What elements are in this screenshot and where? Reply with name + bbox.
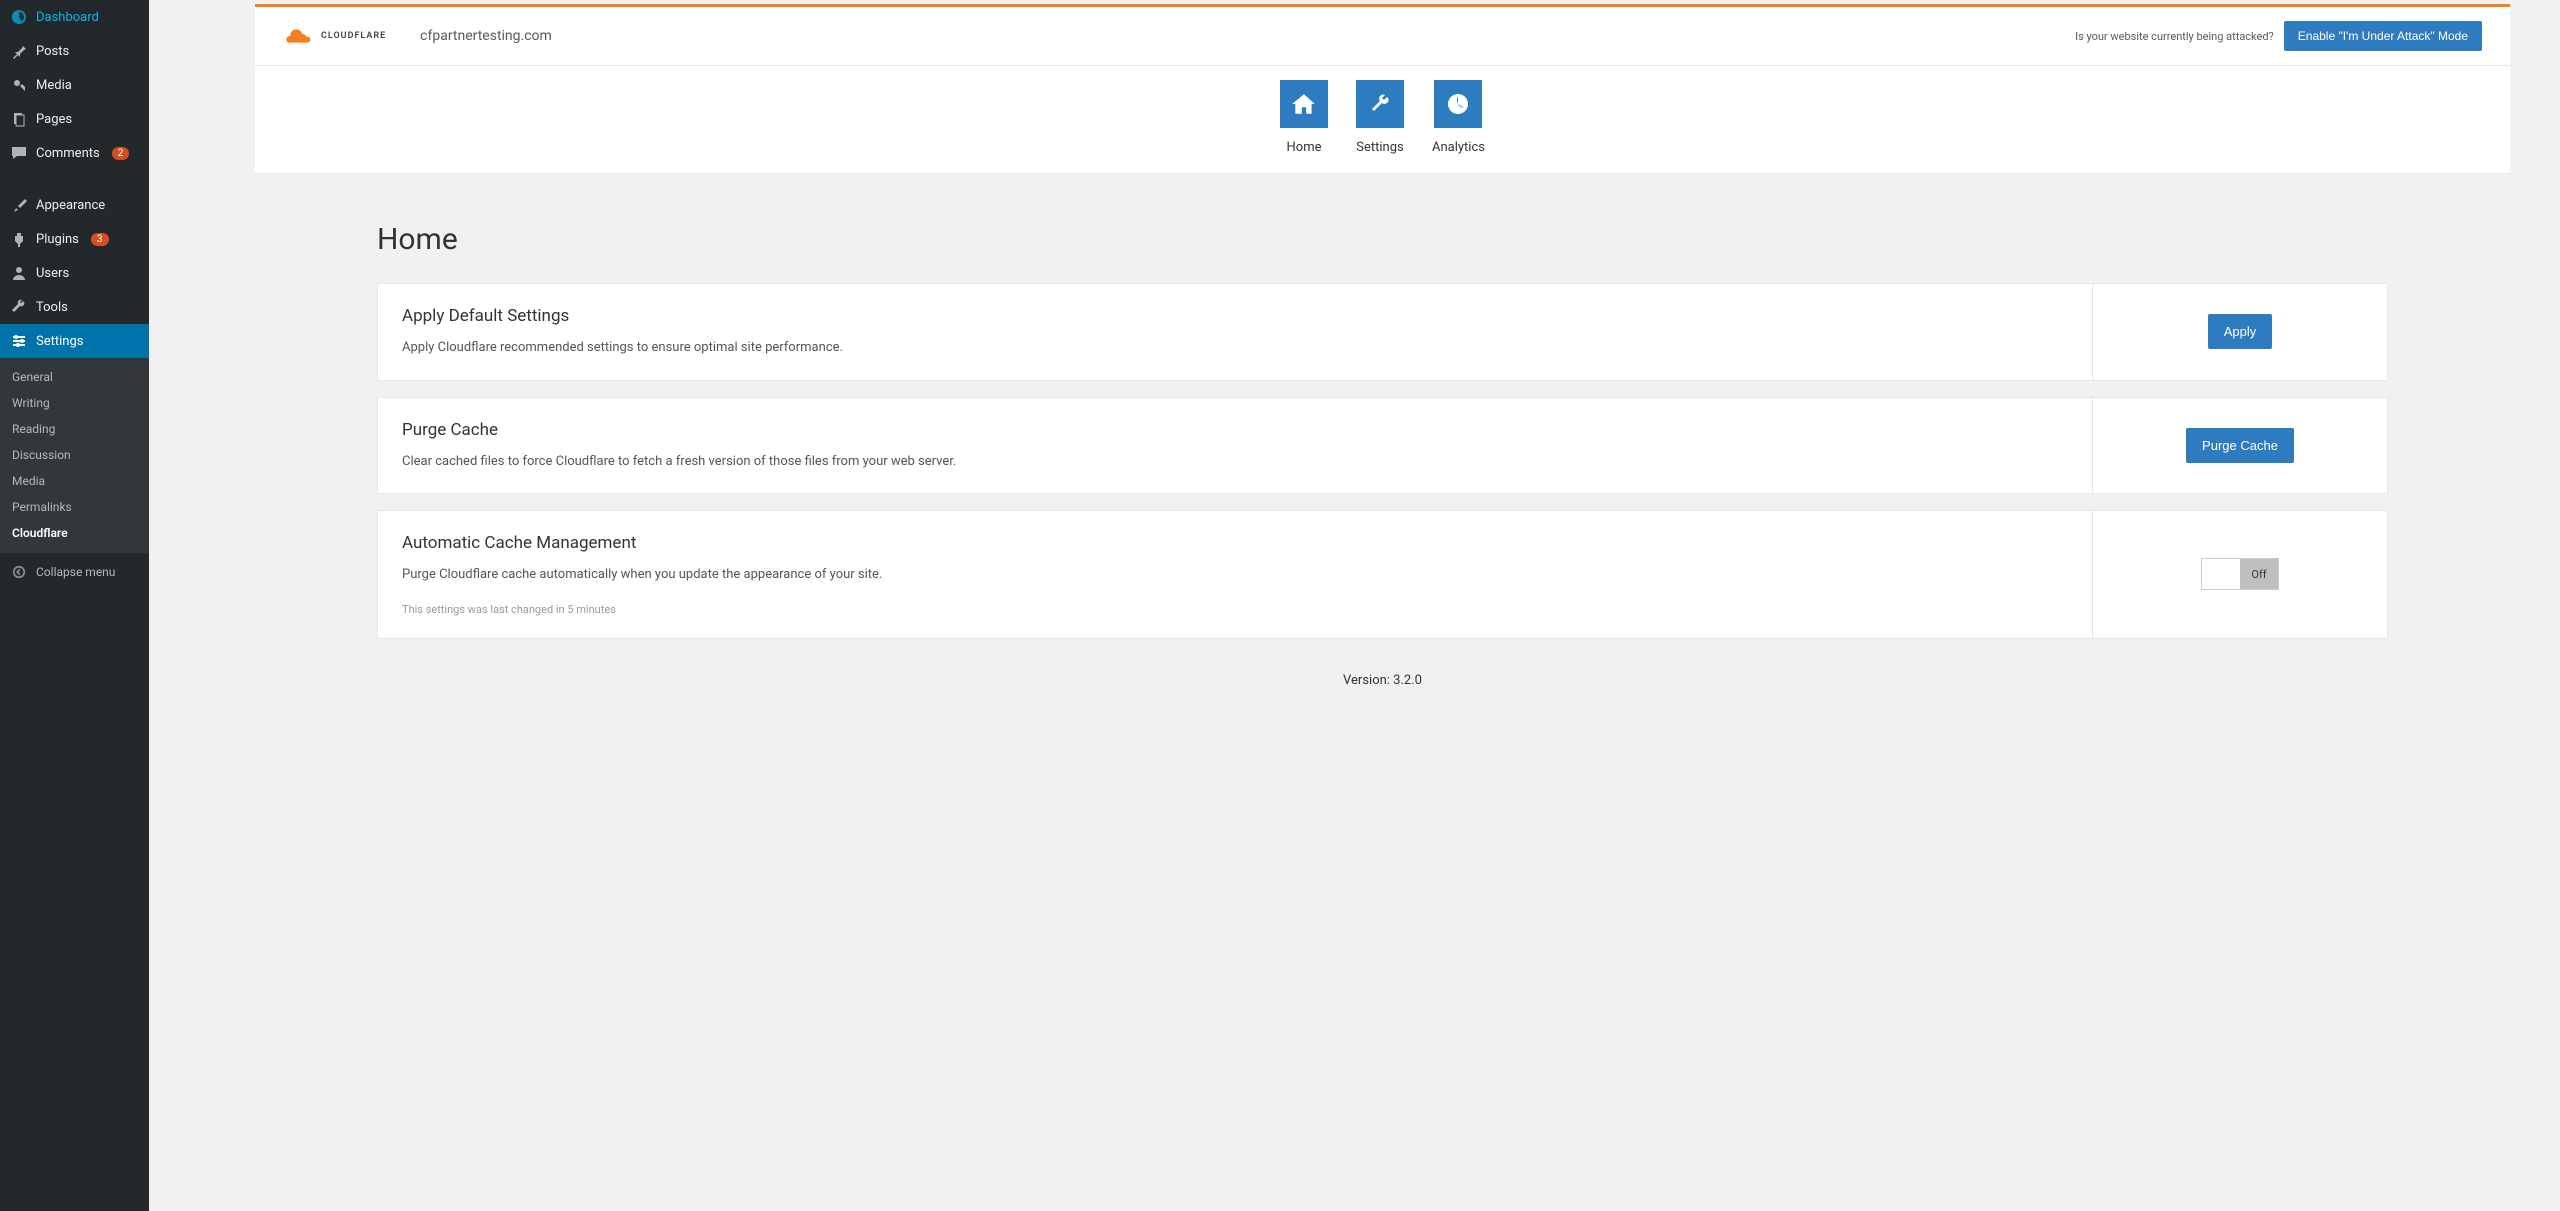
sidebar-item-label: Plugins — [36, 232, 79, 247]
plug-icon — [10, 230, 28, 248]
auto-cache-toggle[interactable]: Off — [2201, 558, 2279, 590]
version-text: Version: 3.2.0 — [255, 673, 2510, 688]
cloudflare-logo-text: CLOUDFLARE — [321, 31, 386, 41]
cards-container: Apply Default Settings Apply Cloudflare … — [255, 283, 2510, 639]
plugins-badge: 3 — [91, 233, 109, 246]
wrench-icon — [1356, 80, 1404, 128]
card-title: Purge Cache — [402, 420, 2068, 440]
sidebar-item-label: Appearance — [36, 198, 105, 213]
card-note: This settings was last changed in 5 minu… — [402, 603, 2068, 616]
page-title: Home — [377, 222, 2510, 257]
sidebar-item-plugins[interactable]: Plugins 3 — [0, 222, 149, 256]
collapse-icon — [10, 563, 28, 581]
sidebar-item-label: Pages — [36, 112, 72, 127]
sidebar-item-label: Media — [36, 78, 72, 93]
collapse-menu[interactable]: Collapse menu — [0, 552, 149, 591]
cloudflare-logo-icon — [283, 27, 315, 45]
cloudflare-logo: CLOUDFLARE — [283, 27, 386, 45]
submenu-media[interactable]: Media — [0, 468, 149, 494]
submenu-writing[interactable]: Writing — [0, 390, 149, 416]
sidebar-item-appearance[interactable]: Appearance — [0, 188, 149, 222]
wp-admin-sidebar: Dashboard Posts Media Pages Comments 2 A… — [0, 0, 149, 1211]
comments-badge: 2 — [112, 147, 130, 160]
pin-icon — [10, 42, 28, 60]
sidebar-item-media[interactable]: Media — [0, 68, 149, 102]
card-title: Apply Default Settings — [402, 306, 2068, 326]
sidebar-item-settings[interactable]: Settings — [0, 324, 149, 358]
attack-question: Is your website currently being attacked… — [2075, 30, 2274, 43]
user-icon — [10, 264, 28, 282]
main-content: CLOUDFLARE cfpartnertesting.com Is your … — [149, 0, 2560, 1211]
tab-label: Analytics — [1432, 140, 1485, 155]
submenu-general[interactable]: General — [0, 364, 149, 390]
submenu-permalinks[interactable]: Permalinks — [0, 494, 149, 520]
tab-label: Home — [1287, 140, 1322, 155]
submenu-discussion[interactable]: Discussion — [0, 442, 149, 468]
tab-label: Settings — [1356, 140, 1403, 155]
submenu-reading[interactable]: Reading — [0, 416, 149, 442]
sidebar-item-label: Users — [36, 266, 69, 281]
home-icon — [1280, 80, 1328, 128]
brush-icon — [10, 196, 28, 214]
enable-attack-mode-button[interactable]: Enable "I'm Under Attack" Mode — [2284, 21, 2482, 51]
comment-icon — [10, 144, 28, 162]
analytics-icon — [1434, 80, 1482, 128]
sidebar-item-users[interactable]: Users — [0, 256, 149, 290]
cloudflare-topbar: CLOUDFLARE cfpartnertesting.com Is your … — [255, 4, 2510, 66]
dashboard-icon — [10, 8, 28, 26]
settings-submenu: General Writing Reading Discussion Media… — [0, 358, 149, 552]
sidebar-item-label: Dashboard — [36, 10, 99, 25]
toggle-handle — [2202, 559, 2240, 589]
tab-home[interactable]: Home — [1280, 80, 1328, 155]
card-purge-cache: Purge Cache Clear cached files to force … — [377, 397, 2388, 495]
tab-analytics[interactable]: Analytics — [1432, 80, 1485, 155]
card-desc: Clear cached files to force Cloudflare t… — [402, 452, 2068, 472]
sidebar-item-label: Posts — [36, 44, 69, 59]
sliders-icon — [10, 332, 28, 350]
apply-button[interactable]: Apply — [2208, 314, 2273, 349]
sidebar-item-tools[interactable]: Tools — [0, 290, 149, 324]
sidebar-item-dashboard[interactable]: Dashboard — [0, 0, 149, 34]
sidebar-item-label: Comments — [36, 146, 100, 161]
purge-cache-button[interactable]: Purge Cache — [2186, 428, 2294, 463]
media-icon — [10, 76, 28, 94]
submenu-cloudflare[interactable]: Cloudflare — [0, 520, 149, 546]
card-auto-cache: Automatic Cache Management Purge Cloudfl… — [377, 510, 2388, 639]
sidebar-item-label: Settings — [36, 334, 83, 349]
sidebar-item-comments[interactable]: Comments 2 — [0, 136, 149, 170]
domain-name: cfpartnertesting.com — [420, 28, 552, 44]
cloudflare-tabs: Home Settings Analytics — [255, 66, 2510, 174]
collapse-label: Collapse menu — [36, 565, 115, 579]
sidebar-item-posts[interactable]: Posts — [0, 34, 149, 68]
card-apply-default: Apply Default Settings Apply Cloudflare … — [377, 283, 2388, 381]
pages-icon — [10, 110, 28, 128]
tab-settings[interactable]: Settings — [1356, 80, 1404, 155]
toggle-state: Off — [2240, 559, 2278, 589]
card-desc: Purge Cloudflare cache automatically whe… — [402, 565, 2068, 585]
card-title: Automatic Cache Management — [402, 533, 2068, 553]
card-desc: Apply Cloudflare recommended settings to… — [402, 338, 2068, 358]
wrench-icon — [10, 298, 28, 316]
sidebar-item-pages[interactable]: Pages — [0, 102, 149, 136]
sidebar-item-label: Tools — [36, 300, 68, 315]
